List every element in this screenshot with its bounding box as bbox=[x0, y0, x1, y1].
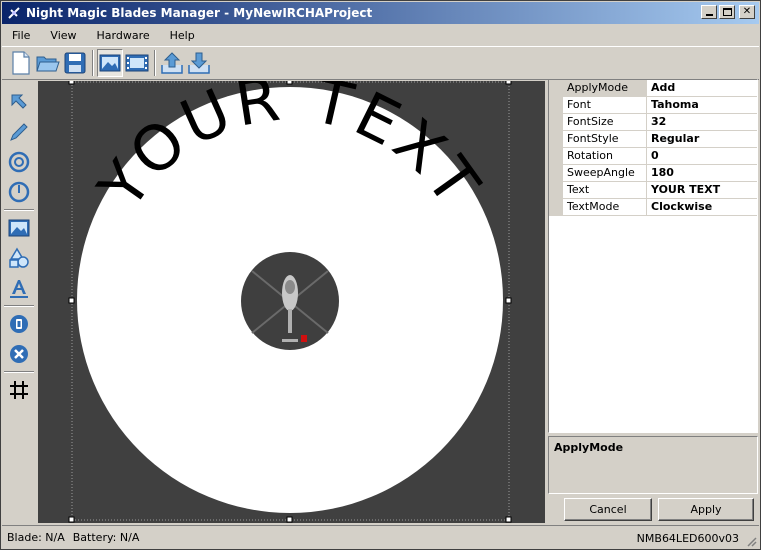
minimize-icon bbox=[705, 14, 713, 16]
apply-button[interactable]: Apply bbox=[658, 498, 754, 521]
upload-icon bbox=[161, 52, 183, 74]
close-button[interactable]: ✕ bbox=[739, 5, 755, 19]
property-value[interactable]: Regular bbox=[647, 131, 757, 147]
info-icon bbox=[10, 315, 28, 333]
property-name: Text bbox=[563, 182, 647, 198]
property-row-font[interactable]: Font Tahoma bbox=[549, 97, 757, 114]
menu-help[interactable]: Help bbox=[160, 29, 205, 42]
property-name: TextMode bbox=[563, 199, 647, 215]
shapes-tool-button[interactable] bbox=[4, 243, 34, 273]
upload-button[interactable] bbox=[159, 49, 185, 77]
open-folder-button[interactable] bbox=[35, 49, 61, 77]
menu-bar: File View Hardware Help bbox=[2, 25, 759, 45]
property-value[interactable]: Add bbox=[647, 80, 757, 96]
property-name: Font bbox=[563, 97, 647, 113]
window-title: Night Magic Blades Manager - MyNewIRCHAP… bbox=[26, 6, 373, 20]
menu-file[interactable]: File bbox=[2, 29, 40, 42]
dial-tool-button[interactable] bbox=[4, 177, 34, 207]
property-description: ApplyMode bbox=[548, 436, 758, 494]
tool-separator bbox=[4, 371, 34, 373]
text-tool-button[interactable] bbox=[4, 273, 34, 303]
dial-icon bbox=[8, 181, 30, 203]
maximize-icon bbox=[722, 8, 732, 16]
save-icon bbox=[64, 52, 86, 74]
property-value[interactable]: Tahoma bbox=[647, 97, 757, 113]
menu-hardware[interactable]: Hardware bbox=[87, 29, 160, 42]
property-value[interactable]: 180 bbox=[647, 165, 757, 181]
delete-tool-button[interactable] bbox=[4, 339, 34, 369]
pencil-tool-button[interactable] bbox=[4, 117, 34, 147]
battery-status: Battery: N/A bbox=[72, 531, 140, 544]
property-name: FontSize bbox=[563, 114, 647, 130]
image-view-icon bbox=[99, 54, 121, 72]
property-row-applymode[interactable]: ApplyMode Add bbox=[549, 80, 757, 97]
cancel-button[interactable]: Cancel bbox=[564, 498, 652, 521]
title-bar[interactable]: Night Magic Blades Manager - MyNewIRCHAP… bbox=[2, 2, 759, 24]
menu-view[interactable]: View bbox=[40, 29, 86, 42]
property-value[interactable]: Clockwise bbox=[647, 199, 757, 215]
shapes-icon bbox=[9, 247, 29, 268]
download-icon bbox=[188, 52, 210, 74]
close-icon: ✕ bbox=[742, 6, 752, 17]
property-value[interactable]: 32 bbox=[647, 114, 757, 130]
filmstrip-icon bbox=[125, 54, 149, 72]
property-row-text[interactable]: Text YOUR TEXT bbox=[549, 182, 757, 199]
toolbar bbox=[2, 46, 759, 80]
property-name: ApplyMode bbox=[563, 80, 647, 96]
property-description-title: ApplyMode bbox=[554, 441, 624, 454]
tool-strip bbox=[2, 81, 37, 523]
grid-tool-button[interactable] bbox=[4, 375, 34, 405]
save-button[interactable] bbox=[62, 49, 88, 77]
tool-separator bbox=[4, 209, 34, 211]
toolbar-separator bbox=[154, 50, 156, 76]
select-tool-button[interactable] bbox=[4, 87, 34, 117]
device-status: NMB64LED600v03 bbox=[636, 532, 739, 545]
property-row-rotation[interactable]: Rotation 0 bbox=[549, 148, 757, 165]
property-value[interactable]: YOUR TEXT bbox=[647, 182, 757, 198]
pencil-icon bbox=[10, 123, 28, 141]
status-bar: Blade: N/A Battery: N/A NMB64LED600v03 bbox=[2, 525, 759, 549]
property-grid: ApplyMode Add Font Tahoma FontSize 32 Fo… bbox=[548, 79, 758, 433]
canvas-drawing: YOUR TEXT bbox=[68, 61, 512, 523]
property-value[interactable]: 0 bbox=[647, 148, 757, 164]
text-tool-icon bbox=[10, 280, 28, 298]
image-view-button[interactable] bbox=[97, 49, 123, 77]
open-folder-icon bbox=[36, 56, 60, 72]
download-button[interactable] bbox=[186, 49, 212, 77]
property-row-sweepangle[interactable]: SweepAngle 180 bbox=[549, 165, 757, 182]
select-arrow-icon bbox=[11, 94, 27, 109]
grid-icon bbox=[10, 381, 28, 399]
app-logo-icon bbox=[6, 5, 22, 21]
image-icon bbox=[8, 219, 30, 237]
circle-target-icon bbox=[8, 151, 30, 173]
image-tool-button[interactable] bbox=[4, 213, 34, 243]
property-row-textmode[interactable]: TextMode Clockwise bbox=[549, 199, 757, 216]
blade-status: Blade: N/A bbox=[7, 531, 65, 544]
property-name: SweepAngle bbox=[563, 165, 647, 181]
circle-tool-button[interactable] bbox=[4, 147, 34, 177]
property-name: FontStyle bbox=[563, 131, 647, 147]
delete-icon bbox=[10, 345, 28, 363]
property-row-fontstyle[interactable]: FontStyle Regular bbox=[549, 131, 757, 148]
design-canvas[interactable]: YOUR TEXT bbox=[38, 61, 545, 523]
maximize-button[interactable] bbox=[719, 5, 735, 19]
toolbar-separator bbox=[92, 50, 94, 76]
property-name: Rotation bbox=[563, 148, 647, 164]
app-window: Night Magic Blades Manager - MyNewIRCHAP… bbox=[0, 0, 761, 550]
property-row-fontsize[interactable]: FontSize 32 bbox=[549, 114, 757, 131]
resize-grip-icon[interactable] bbox=[745, 535, 757, 547]
info-tool-button[interactable] bbox=[4, 309, 34, 339]
new-file-button[interactable] bbox=[8, 49, 34, 77]
new-file-icon bbox=[12, 51, 30, 75]
tool-separator bbox=[4, 305, 34, 307]
filmstrip-button[interactable] bbox=[124, 49, 150, 77]
minimize-button[interactable] bbox=[701, 5, 717, 19]
